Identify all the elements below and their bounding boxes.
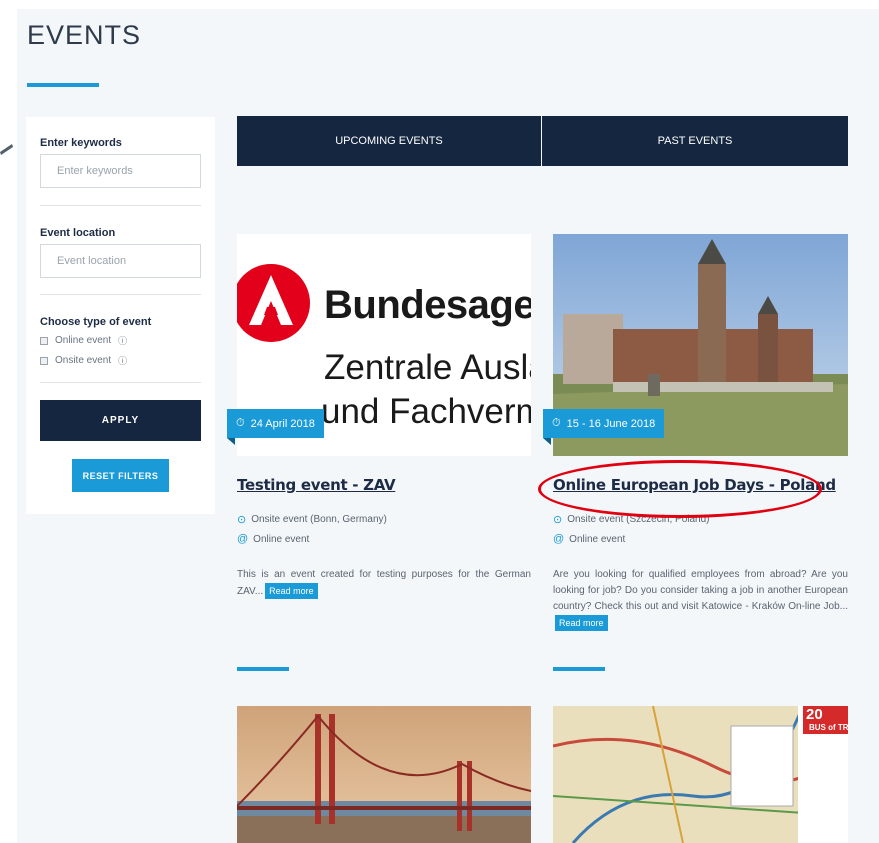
online-event-label: Online event bbox=[55, 335, 112, 346]
filter-sidebar: Enter keywords Enter keywords Event loca… bbox=[26, 117, 215, 514]
read-more-button[interactable]: Read more bbox=[555, 615, 608, 631]
title-underline bbox=[27, 83, 99, 87]
image-heading-text: Bundesagent bbox=[324, 283, 531, 327]
online-indicator: @ Online event bbox=[237, 533, 309, 545]
online-text: Online event bbox=[569, 533, 626, 545]
clock-icon: ⏱ bbox=[552, 417, 561, 429]
date-badge: ⏱ 15 - 16 June 2018 bbox=[543, 409, 665, 445]
at-sign-icon: @ bbox=[237, 533, 249, 545]
date-badge: ⏱ 24 April 2018 bbox=[227, 409, 324, 445]
event-type-label: Choose type of event bbox=[40, 316, 152, 328]
map-pin-icon: ⊙ bbox=[237, 514, 247, 526]
map-pin-icon: ⊙ bbox=[553, 514, 563, 526]
keywords-label: Enter keywords bbox=[40, 137, 122, 149]
clock-icon: ⏱ bbox=[236, 417, 245, 429]
card-separator bbox=[237, 667, 289, 671]
online-indicator: @ Online event bbox=[553, 533, 625, 545]
image-subtitle-text: und Fachvermi bbox=[321, 392, 531, 431]
filter-divider bbox=[40, 382, 201, 383]
filter-divider bbox=[40, 205, 201, 206]
tab-past-events[interactable]: PAST EVENTS bbox=[542, 116, 848, 166]
event-date: 24 April 2018 bbox=[250, 417, 315, 430]
onsite-location-text: Onsite event (Bonn, Germany) bbox=[251, 514, 387, 525]
keywords-input[interactable]: Enter keywords bbox=[40, 154, 201, 188]
event-title-link[interactable]: Testing event - ZAV bbox=[237, 476, 396, 494]
onsite-location: ⊙ Onsite event (Bonn, Germany) bbox=[237, 513, 387, 526]
bridge-photo bbox=[237, 706, 531, 843]
event-date: 15 - 16 June 2018 bbox=[566, 417, 656, 430]
onsite-event-checkbox[interactable] bbox=[40, 356, 48, 365]
event-image-map[interactable]: 20 BUS of TR bbox=[553, 706, 848, 843]
reset-filters-button[interactable]: RESET FILTERS bbox=[72, 459, 169, 492]
at-sign-icon: @ bbox=[553, 533, 565, 545]
event-description-text: Are you looking for qualified employees … bbox=[553, 569, 848, 612]
map-badge-number: 20 bbox=[806, 706, 823, 723]
filter-divider bbox=[40, 294, 201, 295]
transit-map-image bbox=[553, 706, 848, 843]
onsite-event-label: Onsite event bbox=[55, 355, 112, 366]
highlight-circle-annotation bbox=[538, 460, 822, 518]
location-label: Event location bbox=[40, 227, 116, 239]
event-description: Are you looking for qualified employees … bbox=[553, 567, 848, 632]
event-description: This is an event created for testing pur… bbox=[237, 567, 531, 600]
onsite-event-option[interactable]: Onsite event ⓘ bbox=[40, 354, 127, 367]
read-more-button[interactable]: Read more bbox=[265, 583, 318, 599]
info-icon[interactable]: ⓘ bbox=[118, 354, 127, 367]
online-event-checkbox[interactable] bbox=[40, 336, 48, 345]
map-badge-text: BUS of TR bbox=[809, 723, 848, 732]
tab-upcoming-events[interactable]: UPCOMING EVENTS bbox=[237, 116, 541, 166]
info-icon[interactable]: ⓘ bbox=[118, 334, 127, 347]
event-image-bridge[interactable] bbox=[237, 706, 531, 843]
card-separator bbox=[553, 667, 605, 671]
bundesagentur-logo-icon bbox=[237, 264, 310, 342]
online-text: Online event bbox=[253, 533, 310, 545]
image-subtitle-text: Zentrale Auslar bbox=[324, 348, 531, 387]
pen-mark-icon bbox=[0, 144, 13, 155]
apply-button[interactable]: APPLY bbox=[40, 400, 201, 441]
page-title: EVENTS bbox=[27, 20, 142, 50]
online-event-option[interactable]: Online event ⓘ bbox=[40, 334, 127, 347]
location-input[interactable]: Event location bbox=[40, 244, 201, 278]
